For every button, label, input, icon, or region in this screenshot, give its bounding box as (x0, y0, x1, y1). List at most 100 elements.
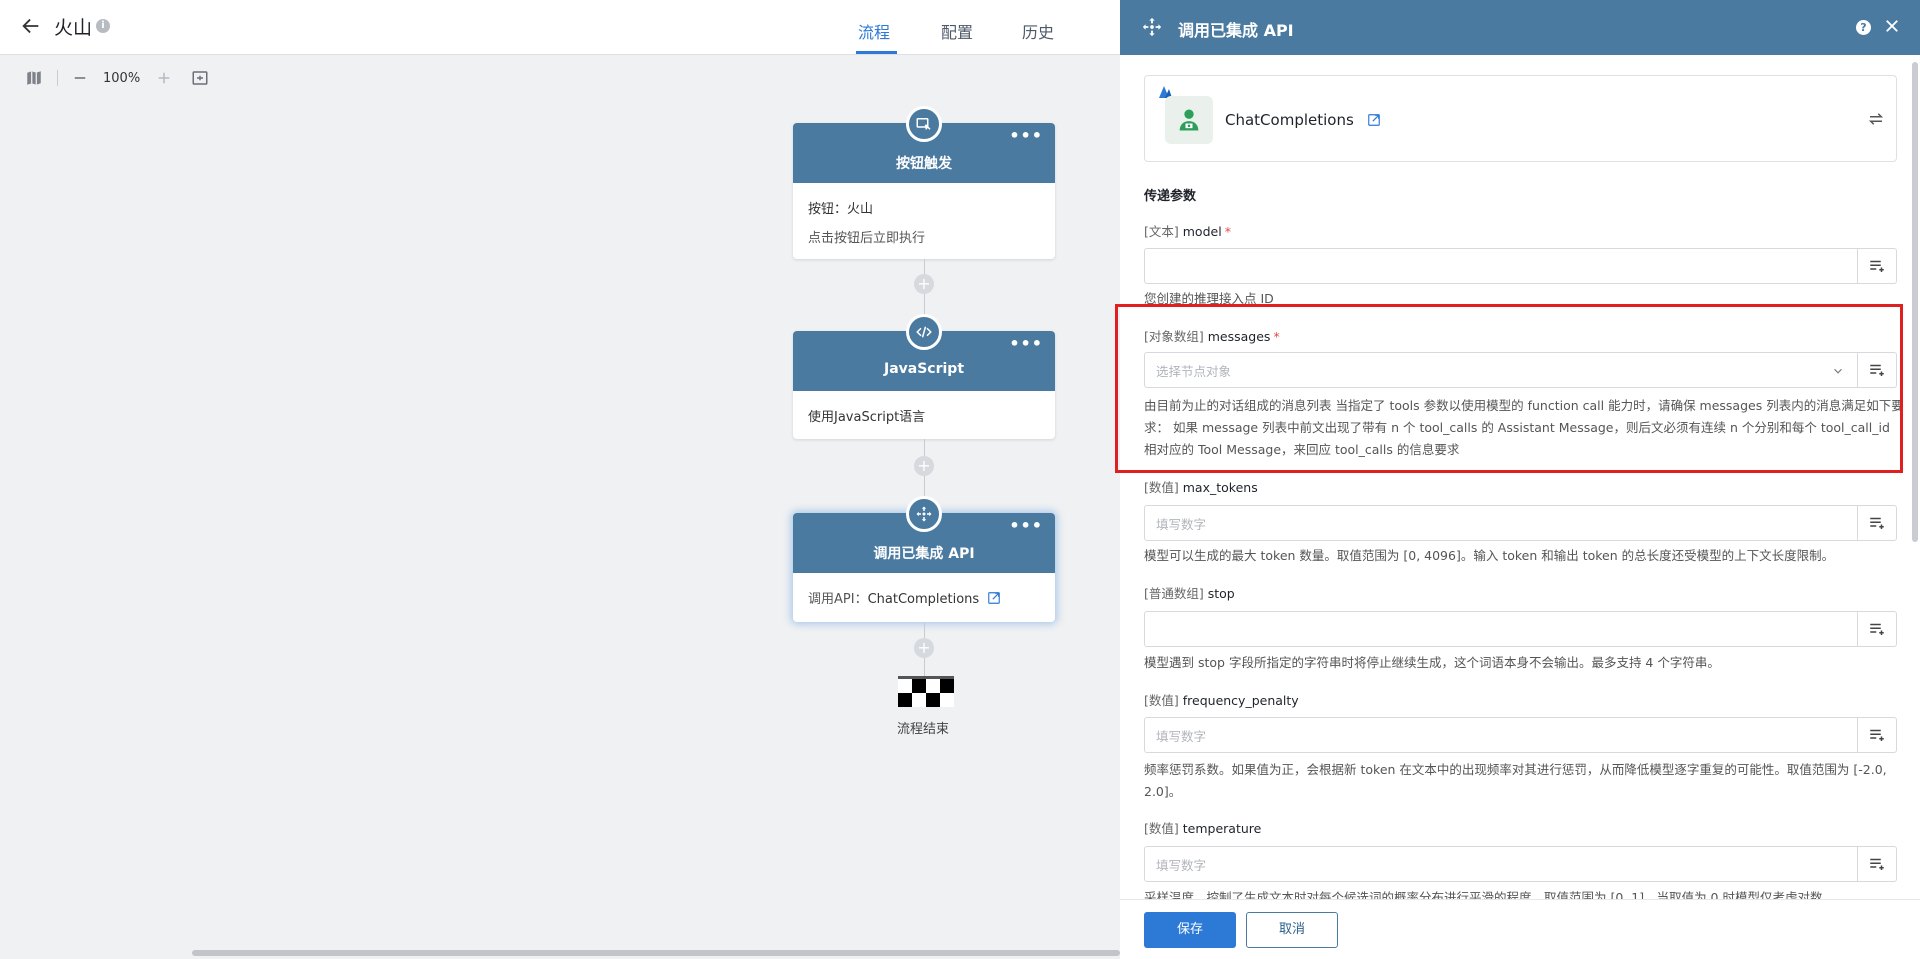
node-line: 点击按钮后立即执行 (808, 231, 926, 246)
frequency-penalty-input[interactable]: 填写数字 (1144, 717, 1858, 753)
api-name: ChatCompletions (1225, 111, 1381, 129)
field-label-stop: [普通数组] stop (1144, 583, 1235, 602)
tab-flow[interactable]: 流程 (858, 19, 890, 43)
stop-input-row (1144, 611, 1897, 647)
stop-input[interactable] (1144, 611, 1858, 647)
field-desc-stop: 模型遇到 stop 字段所指定的字符串时将停止继续生成，这个词语本身不会输出。最… (1144, 655, 1720, 670)
switch-api-icon[interactable] (1867, 110, 1885, 128)
more-icon[interactable]: ••• (1009, 128, 1043, 144)
zoom-out-icon[interactable] (71, 69, 89, 87)
node-javascript[interactable]: ••• JavaScript 使用JavaScript语言 (793, 314, 1055, 439)
frequency-penalty-input-row: 填写数字 (1144, 717, 1897, 753)
insert-variable-icon (1870, 517, 1884, 529)
input-placeholder: 填写数字 (1156, 516, 1207, 532)
field-type: [对象数组] (1144, 329, 1204, 344)
node-body: 调用API：ChatCompletions (793, 573, 1055, 626)
messages-select[interactable]: 选择节点对象 (1144, 352, 1858, 388)
insert-variable-button[interactable] (1857, 352, 1897, 388)
model-input[interactable] (1144, 248, 1858, 284)
model-input-row (1144, 248, 1897, 284)
cancel-button[interactable]: 取消 (1246, 912, 1338, 948)
minimap-icon[interactable] (25, 69, 43, 87)
more-icon[interactable]: ••• (1009, 336, 1043, 352)
integration-icon (906, 496, 942, 532)
node-header: ••• 按钮触发 (793, 106, 1055, 183)
select-placeholder: 选择节点对象 (1156, 363, 1232, 379)
add-node-button[interactable]: + (914, 638, 934, 658)
insert-variable-icon (1870, 729, 1884, 741)
more-icon[interactable]: ••• (1009, 518, 1043, 534)
external-link-icon[interactable] (1367, 113, 1381, 127)
field-name: frequency_penalty (1182, 693, 1299, 708)
panel-header: 调用已集成 API ? (1120, 0, 1920, 55)
zoom-in-icon[interactable] (155, 69, 173, 87)
field-type: [数值] (1144, 480, 1179, 495)
insert-variable-icon (1870, 364, 1884, 376)
insert-variable-button[interactable] (1857, 505, 1897, 541)
save-button[interactable]: 保存 (1144, 912, 1236, 948)
close-icon[interactable] (1883, 17, 1901, 35)
node-title: 按钮触发 (896, 156, 952, 172)
insert-variable-button[interactable] (1857, 248, 1897, 284)
panel-content[interactable]: ChatCompletions 传递参数 [文本] model * 您创建的推理接… (1120, 55, 1920, 899)
api-name-text: ChatCompletions (1225, 111, 1354, 129)
add-node-button[interactable]: + (914, 274, 934, 294)
insert-variable-button[interactable] (1857, 846, 1897, 882)
insert-variable-button[interactable] (1857, 611, 1897, 647)
button-trigger-icon (906, 106, 942, 142)
tab-config[interactable]: 配置 (941, 19, 973, 43)
integration-icon (1142, 17, 1162, 37)
external-link-icon[interactable] (987, 591, 1001, 605)
insert-variable-button[interactable] (1857, 717, 1897, 753)
vertical-scrollbar[interactable] (1912, 62, 1918, 542)
page-title: 火山 (54, 17, 93, 39)
canvas-toolbar: 100% (0, 56, 300, 100)
panel-title: 调用已集成 API (1178, 21, 1294, 40)
fit-view-icon[interactable] (191, 69, 209, 87)
panel-footer: 保存 取消 (1120, 899, 1920, 959)
field-name: messages (1207, 329, 1271, 344)
field-type: [数值] (1144, 693, 1179, 708)
node-api-label: 调用API： (808, 592, 868, 607)
api-logo (1165, 96, 1213, 144)
field-label-model: [文本] model * (1144, 221, 1231, 240)
field-desc-frequency-penalty: 频率惩罚系数。如果值为正，会根据新 token 在文本中的出现频率对其进行惩罚，… (1144, 762, 1887, 799)
tab-history[interactable]: 历史 (1022, 19, 1054, 43)
chevron-down-icon (1834, 368, 1842, 374)
code-icon (906, 314, 942, 350)
horizontal-scrollbar[interactable] (192, 950, 1120, 956)
field-desc-model: 您创建的推理接入点 ID (1144, 291, 1274, 306)
api-card: ChatCompletions (1144, 75, 1897, 162)
back-arrow-icon[interactable] (20, 15, 42, 37)
field-name: temperature (1182, 821, 1262, 836)
node-title: 调用已集成 API (873, 546, 975, 562)
add-node-button[interactable]: + (914, 456, 934, 476)
top-header: 火山 i 流程 配置 历史 (0, 0, 1120, 55)
node-header: ••• 调用已集成 API (793, 496, 1055, 573)
node-button-trigger[interactable]: ••• 按钮触发 按钮：火山 点击按钮后立即执行 (793, 106, 1055, 259)
node-body: 使用JavaScript语言 (793, 391, 1055, 444)
field-label-frequency-penalty: [数值] frequency_penalty (1144, 690, 1299, 709)
info-icon[interactable]: i (96, 19, 110, 33)
field-type: [文本] (1144, 224, 1179, 239)
temperature-input-row: 填写数字 (1144, 846, 1897, 882)
temperature-input[interactable]: 填写数字 (1144, 846, 1858, 882)
help-icon[interactable]: ? (1856, 20, 1871, 35)
required-mark: * (1224, 224, 1231, 239)
field-desc-messages: 由目前为止的对话组成的消息列表 当指定了 tools 参数以使用模型的 func… (1144, 398, 1904, 457)
node-call-integrated-api[interactable]: ••• 调用已集成 API 调用API：ChatCompletions (793, 496, 1055, 622)
node-line: 按钮：火山 (808, 202, 874, 217)
node-line: 使用JavaScript语言 (808, 410, 926, 425)
node-body: 按钮：火山 点击按钮后立即执行 (793, 183, 1055, 265)
toolbar-divider (57, 70, 58, 86)
insert-variable-icon (1870, 623, 1884, 635)
insert-variable-icon (1870, 260, 1884, 272)
insert-variable-icon (1870, 858, 1884, 870)
field-name: stop (1207, 586, 1235, 601)
max-tokens-input[interactable]: 填写数字 (1144, 505, 1858, 541)
field-label-max-tokens: [数值] max_tokens (1144, 477, 1258, 496)
node-title: JavaScript (883, 361, 965, 377)
field-name: max_tokens (1182, 480, 1258, 495)
active-tab-indicator (856, 51, 897, 54)
field-name: model (1182, 224, 1222, 239)
